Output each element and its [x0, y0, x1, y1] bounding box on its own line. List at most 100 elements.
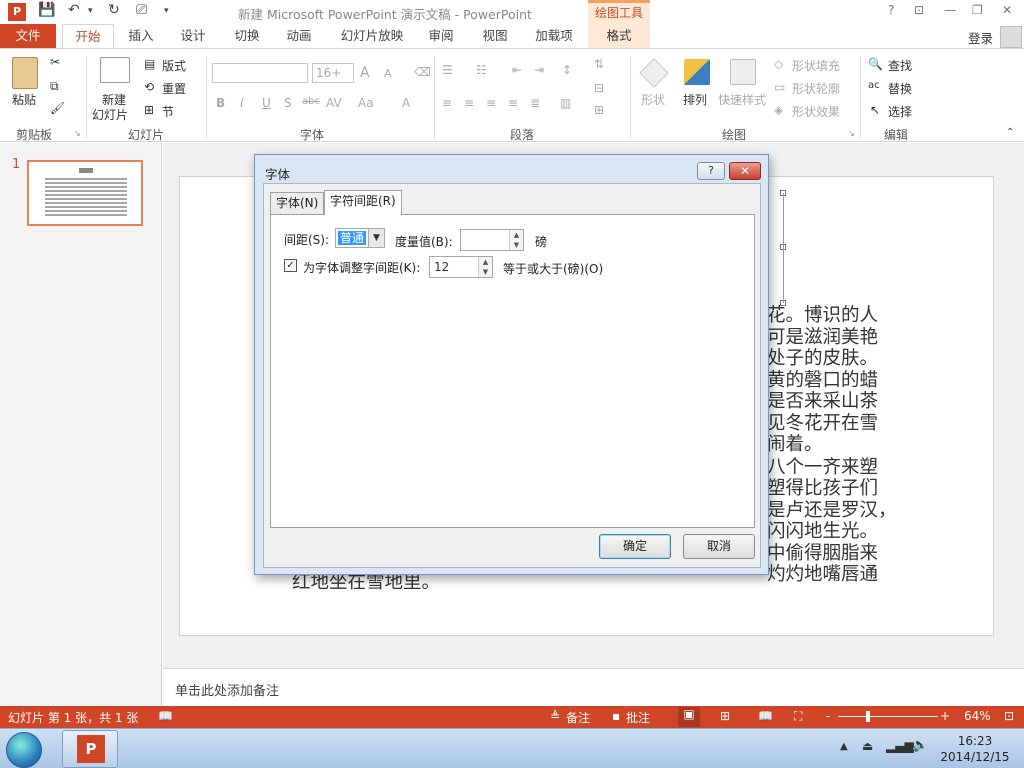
shapes-icon[interactable]: [639, 58, 669, 88]
change-case-button[interactable]: Aa: [358, 96, 374, 110]
shrink-font-button[interactable]: A: [384, 67, 392, 80]
spelling-icon[interactable]: 📖: [158, 709, 173, 723]
format-painter-icon[interactable]: 🖌: [50, 101, 65, 115]
shapes-button[interactable]: 形状: [641, 91, 665, 108]
shape-fill-button[interactable]: 形状填充: [792, 57, 840, 74]
replace-button[interactable]: 替换: [888, 80, 912, 97]
italic-button[interactable]: I: [240, 96, 244, 110]
columns-icon[interactable]: ▥: [560, 96, 571, 110]
slide-thumbnail[interactable]: [27, 160, 143, 226]
windows-start-icon[interactable]: [6, 732, 42, 768]
numbering-icon[interactable]: ☷: [476, 63, 487, 77]
new-slide-icon[interactable]: [100, 57, 130, 83]
comments-icon[interactable]: ▪: [612, 709, 620, 723]
reset-button[interactable]: 重置: [162, 80, 186, 97]
drawing-launcher-icon[interactable]: ↘: [848, 129, 855, 138]
section-button[interactable]: 节: [162, 103, 174, 120]
cancel-button[interactable]: 取消: [683, 534, 755, 559]
kerning-spinner[interactable]: ▲ ▼: [478, 257, 492, 277]
tab-transitions[interactable]: 切换: [226, 24, 268, 48]
align-left-icon[interactable]: ≡: [442, 96, 452, 110]
dialog-close-button[interactable]: ✕: [729, 162, 761, 180]
shape-effects-button[interactable]: 形状效果: [792, 103, 840, 120]
tab-review[interactable]: 审阅: [420, 24, 462, 48]
zoom-slider-thumb[interactable]: [866, 711, 870, 722]
undo-icon[interactable]: ↶: [68, 2, 80, 18]
fit-to-window-icon[interactable]: ⊡: [1004, 709, 1014, 723]
by-value-input[interactable]: ▲ ▼: [460, 229, 524, 251]
align-center-icon[interactable]: ≡: [464, 96, 474, 110]
customize-toolbar-icon[interactable]: ▾: [164, 6, 169, 16]
spin-up-icon[interactable]: ▲: [510, 230, 523, 240]
find-button[interactable]: 查找: [888, 57, 912, 74]
tab-view[interactable]: 视图: [474, 24, 516, 48]
tab-character-spacing[interactable]: 字符间距(R): [324, 190, 402, 215]
font-color-button[interactable]: A: [402, 96, 410, 110]
ribbon-display-options-icon[interactable]: ⊡: [914, 3, 924, 17]
shape-effects-icon[interactable]: ◈: [774, 103, 783, 117]
bullets-icon[interactable]: ☰: [442, 63, 453, 77]
tab-home[interactable]: 开始: [62, 24, 114, 49]
tab-addins[interactable]: 加载项: [528, 24, 580, 48]
paste-button[interactable]: 粘贴: [12, 91, 36, 108]
find-icon[interactable]: 🔍: [868, 57, 883, 71]
restore-icon[interactable]: ❐: [972, 3, 983, 17]
tray-show-hidden-icon[interactable]: ▲: [840, 741, 848, 752]
tab-animations[interactable]: 动画: [278, 24, 320, 48]
align-text-icon[interactable]: ⊟: [594, 81, 604, 95]
notes-toggle-icon[interactable]: ≜: [550, 709, 560, 723]
arrange-icon[interactable]: [684, 59, 710, 85]
comments-button[interactable]: 批注: [626, 709, 650, 726]
reading-view-icon[interactable]: 📖: [758, 709, 773, 723]
slideshow-view-icon[interactable]: ⛶: [794, 709, 802, 724]
tray-usb-icon[interactable]: ⏏: [862, 739, 873, 753]
increase-indent-icon[interactable]: ⇥: [534, 63, 544, 77]
decrease-indent-icon[interactable]: ⇤: [512, 63, 522, 77]
strikethrough-button[interactable]: abc: [302, 96, 320, 107]
replace-icon[interactable]: ac: [868, 80, 880, 91]
taskbar-clock[interactable]: 16:23 2014/12/15: [940, 733, 1010, 765]
quick-styles-button[interactable]: 快速样式: [718, 91, 766, 108]
tray-volume-icon[interactable]: 🔈: [912, 738, 928, 753]
text-direction-icon[interactable]: ⇅: [594, 57, 604, 71]
avatar[interactable]: [1000, 26, 1022, 48]
font-size-combo[interactable]: 16+: [312, 63, 354, 83]
zoom-out-button[interactable]: -: [826, 709, 830, 723]
by-spinner[interactable]: ▲ ▼: [509, 230, 523, 250]
kerning-checkbox[interactable]: ✓: [284, 259, 297, 272]
arrange-button[interactable]: 排列: [683, 91, 707, 108]
redo-icon[interactable]: ↻: [108, 2, 120, 18]
zoom-level[interactable]: 64%: [964, 709, 991, 723]
undo-dropdown-icon[interactable]: ▾: [88, 6, 93, 16]
spin-up-icon[interactable]: ▲: [479, 257, 492, 267]
spacing-select[interactable]: 普通 ▼: [335, 228, 385, 248]
shape-outline-icon[interactable]: ▭: [774, 80, 785, 94]
shadow-button[interactable]: S: [284, 96, 292, 110]
zoom-in-button[interactable]: +: [940, 709, 950, 723]
slide-sorter-icon[interactable]: ⊞: [720, 709, 730, 723]
new-slide-button-line2[interactable]: 幻灯片: [92, 106, 128, 123]
section-icon[interactable]: ⊞: [144, 103, 154, 117]
line-spacing-icon[interactable]: ↕: [562, 63, 572, 77]
grow-font-button[interactable]: A: [360, 65, 370, 81]
login-link[interactable]: 登录: [968, 28, 993, 47]
paste-icon[interactable]: [12, 57, 38, 89]
collapse-ribbon-icon[interactable]: ⌃: [1006, 127, 1014, 138]
normal-view-icon[interactable]: ▣: [678, 707, 700, 727]
spin-down-icon[interactable]: ▼: [479, 267, 492, 277]
tab-insert[interactable]: 插入: [120, 24, 162, 48]
select-button[interactable]: 选择: [888, 103, 912, 120]
minimize-icon[interactable]: —: [944, 3, 956, 17]
shape-outline-button[interactable]: 形状轮廓: [792, 80, 840, 97]
zoom-slider-track[interactable]: [838, 716, 938, 717]
close-icon[interactable]: ✕: [1002, 3, 1012, 17]
tab-format[interactable]: 格式: [588, 24, 650, 48]
taskbar-powerpoint-button[interactable]: P: [62, 730, 118, 768]
copy-icon[interactable]: ⧉: [50, 79, 59, 94]
kerning-label[interactable]: 为字体调整字间距(K):: [303, 259, 420, 276]
justify-icon[interactable]: ≡: [508, 96, 518, 110]
tab-font[interactable]: 字体(N): [270, 192, 325, 214]
tab-slideshow[interactable]: 幻灯片放映: [334, 24, 410, 48]
distributed-icon[interactable]: ≣: [530, 96, 540, 110]
ok-button[interactable]: 确定: [599, 534, 671, 559]
